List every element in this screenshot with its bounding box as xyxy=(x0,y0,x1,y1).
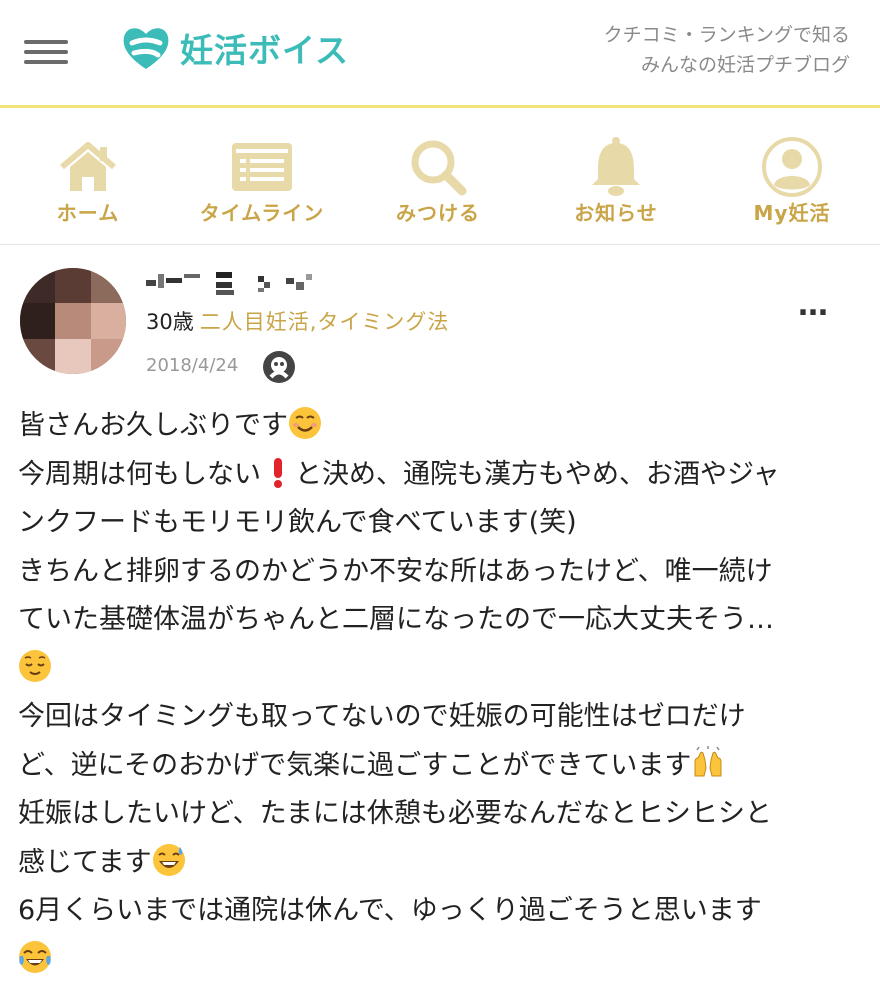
nav-label-timeline: タイムライン xyxy=(199,201,325,225)
timeline-icon xyxy=(232,143,292,191)
tagline-line1: クチコミ・ランキングで知る xyxy=(603,24,850,46)
nav-search[interactable]: みつける xyxy=(350,111,526,245)
nav-label-my-page: My妊活 xyxy=(753,201,831,225)
post-line: ど、逆にそのおかげで気楽に過ごすことができています xyxy=(18,742,868,791)
more-options-button[interactable]: … xyxy=(798,288,830,323)
post-line: きちんと排卵するのかどうか不安な所はあったけど、唯一続け xyxy=(18,555,773,587)
post-line: ンクフードもモリモリ飲んで食べています(笑) xyxy=(18,507,577,538)
age: 30歳 xyxy=(146,310,194,334)
nav-timeline[interactable]: タイムライン xyxy=(174,111,350,245)
post-line: 感じてます xyxy=(18,839,868,888)
post-meta: 30歳 二人目妊活,タイミング法 xyxy=(146,306,449,336)
main-nav: ホーム タイムライン みつける お知らせ My妊活 xyxy=(0,111,880,245)
username-redacted xyxy=(146,272,312,295)
nav-label-notifications: お知らせ xyxy=(574,201,658,225)
nav-home[interactable]: ホーム xyxy=(0,111,176,245)
tagline-line2: みんなの妊活プチブログ xyxy=(640,54,850,76)
post-line xyxy=(18,936,868,985)
smiling-face-emoji-icon xyxy=(289,407,321,439)
post-body: 皆さんお久しぶりです 今周期は何もしない と決め、通院も漢方もやめ、お酒やジャ ン… xyxy=(18,402,868,984)
nav-notifications[interactable]: お知らせ xyxy=(528,111,704,245)
tagline: クチコミ・ランキングで知る みんなの妊活プチブログ xyxy=(604,20,850,80)
tears-of-joy-emoji-icon xyxy=(19,940,51,973)
post-line: 今周期は何もしない と決め、通院も漢方もやめ、お酒やジャ xyxy=(18,451,868,500)
logo-text: 妊活ボイス xyxy=(180,31,350,70)
home-icon xyxy=(60,142,116,191)
post-line: ていた基礎体温がちゃんと二層になったので一応大丈夫そう… xyxy=(18,604,774,635)
nav-label-search: みつける xyxy=(396,201,480,225)
raising-hands-emoji-icon xyxy=(694,745,722,776)
post-line: 今回はタイミングも取ってないので妊娠の可能性はゼロだけ xyxy=(18,701,746,732)
menu-icon[interactable] xyxy=(24,38,70,68)
post-line: 皆さんお久しぶりです xyxy=(18,402,868,451)
stage-badge-icon xyxy=(263,351,295,383)
post-line: 6月くらいまでは通院は休んで、ゆっくり過ごそうと思います xyxy=(18,895,762,926)
search-icon xyxy=(411,140,467,196)
avatar[interactable] xyxy=(20,268,126,374)
post-date: 2018/4/24 xyxy=(146,355,239,376)
user-icon xyxy=(762,137,822,197)
nav-label-home: ホーム xyxy=(56,201,120,225)
post-line xyxy=(18,645,868,694)
post-line: 妊娠はしたいけど、たまには休憩も必要なんだなとヒシヒシと xyxy=(18,798,772,829)
logo-heart-icon xyxy=(123,28,169,69)
relieved-face-emoji-icon xyxy=(19,649,51,682)
grinning-sweat-emoji-icon xyxy=(152,843,185,876)
exclamation-mark-emoji-icon xyxy=(274,457,282,488)
bell-icon xyxy=(592,137,640,196)
app-header: 妊活ボイス クチコミ・ランキングで知る みんなの妊活プチブログ xyxy=(0,0,880,108)
nav-my-page[interactable]: My妊活 xyxy=(704,111,880,245)
post-tags[interactable]: 二人目妊活,タイミング法 xyxy=(200,310,450,334)
logo[interactable]: 妊活ボイス xyxy=(120,20,349,76)
